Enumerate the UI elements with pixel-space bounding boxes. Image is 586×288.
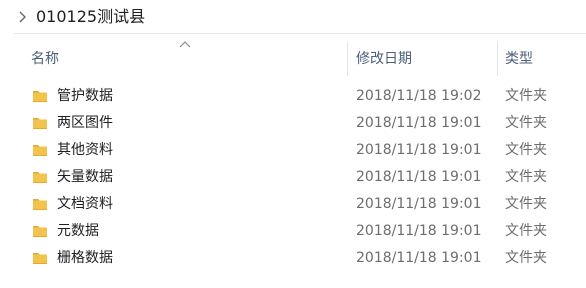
file-name[interactable]: 两区图件 [57, 113, 113, 133]
file-row[interactable]: 两区图件 2018/11/18 19:01 文件夹 [0, 110, 586, 137]
file-row[interactable]: 文档资料 2018/11/18 19:01 文件夹 [0, 191, 586, 218]
file-type: 文件夹 [505, 250, 547, 266]
file-type: 文件夹 [505, 115, 547, 131]
file-row[interactable]: 元数据 2018/11/18 19:01 文件夹 [0, 218, 586, 245]
file-name[interactable]: 文档资料 [57, 194, 113, 214]
breadcrumb-folder-name[interactable]: 010125测试县 [36, 7, 145, 27]
column-header-row: 名称 修改日期 类型 [0, 38, 586, 78]
file-name[interactable]: 栅格数据 [57, 248, 113, 268]
file-date-modified: 2018/11/18 19:01 [356, 142, 482, 158]
chevron-right-icon[interactable] [17, 11, 27, 23]
file-date-modified: 2018/11/18 19:01 [356, 250, 482, 266]
column-header-name[interactable]: 名称 [31, 50, 59, 68]
folder-icon [33, 199, 47, 210]
file-row[interactable]: 栅格数据 2018/11/18 19:01 文件夹 [0, 245, 586, 272]
file-list: 管护数据 2018/11/18 19:02 文件夹 两区图件 2018/11/1… [0, 83, 586, 272]
folder-icon [33, 172, 47, 183]
breadcrumb: 010125测试县 [0, 0, 586, 34]
file-name[interactable]: 矢量数据 [57, 167, 113, 187]
file-type: 文件夹 [505, 196, 547, 212]
file-type: 文件夹 [505, 169, 547, 185]
folder-icon [33, 253, 47, 264]
file-date-modified: 2018/11/18 19:02 [356, 88, 482, 104]
file-name[interactable]: 管护数据 [57, 86, 113, 106]
folder-icon [33, 118, 47, 129]
folder-icon [33, 226, 47, 237]
file-type: 文件夹 [505, 142, 547, 158]
file-type: 文件夹 [505, 88, 547, 104]
folder-icon [33, 145, 47, 156]
column-separator[interactable] [497, 42, 498, 76]
file-row[interactable]: 矢量数据 2018/11/18 19:01 文件夹 [0, 164, 586, 191]
file-row[interactable]: 其他资料 2018/11/18 19:01 文件夹 [0, 137, 586, 164]
file-date-modified: 2018/11/18 19:01 [356, 223, 482, 239]
chevron-up-icon [179, 41, 191, 48]
file-type: 文件夹 [505, 223, 547, 239]
file-name[interactable]: 元数据 [57, 221, 99, 241]
column-separator[interactable] [347, 42, 348, 76]
column-header-date-modified[interactable]: 修改日期 [356, 50, 412, 68]
breadcrumb-divider [14, 33, 586, 34]
file-date-modified: 2018/11/18 19:01 [356, 169, 482, 185]
column-header-type[interactable]: 类型 [505, 50, 533, 68]
file-name[interactable]: 其他资料 [57, 140, 113, 160]
file-row[interactable]: 管护数据 2018/11/18 19:02 文件夹 [0, 83, 586, 110]
file-date-modified: 2018/11/18 19:01 [356, 115, 482, 131]
file-date-modified: 2018/11/18 19:01 [356, 196, 482, 212]
folder-icon [33, 91, 47, 102]
